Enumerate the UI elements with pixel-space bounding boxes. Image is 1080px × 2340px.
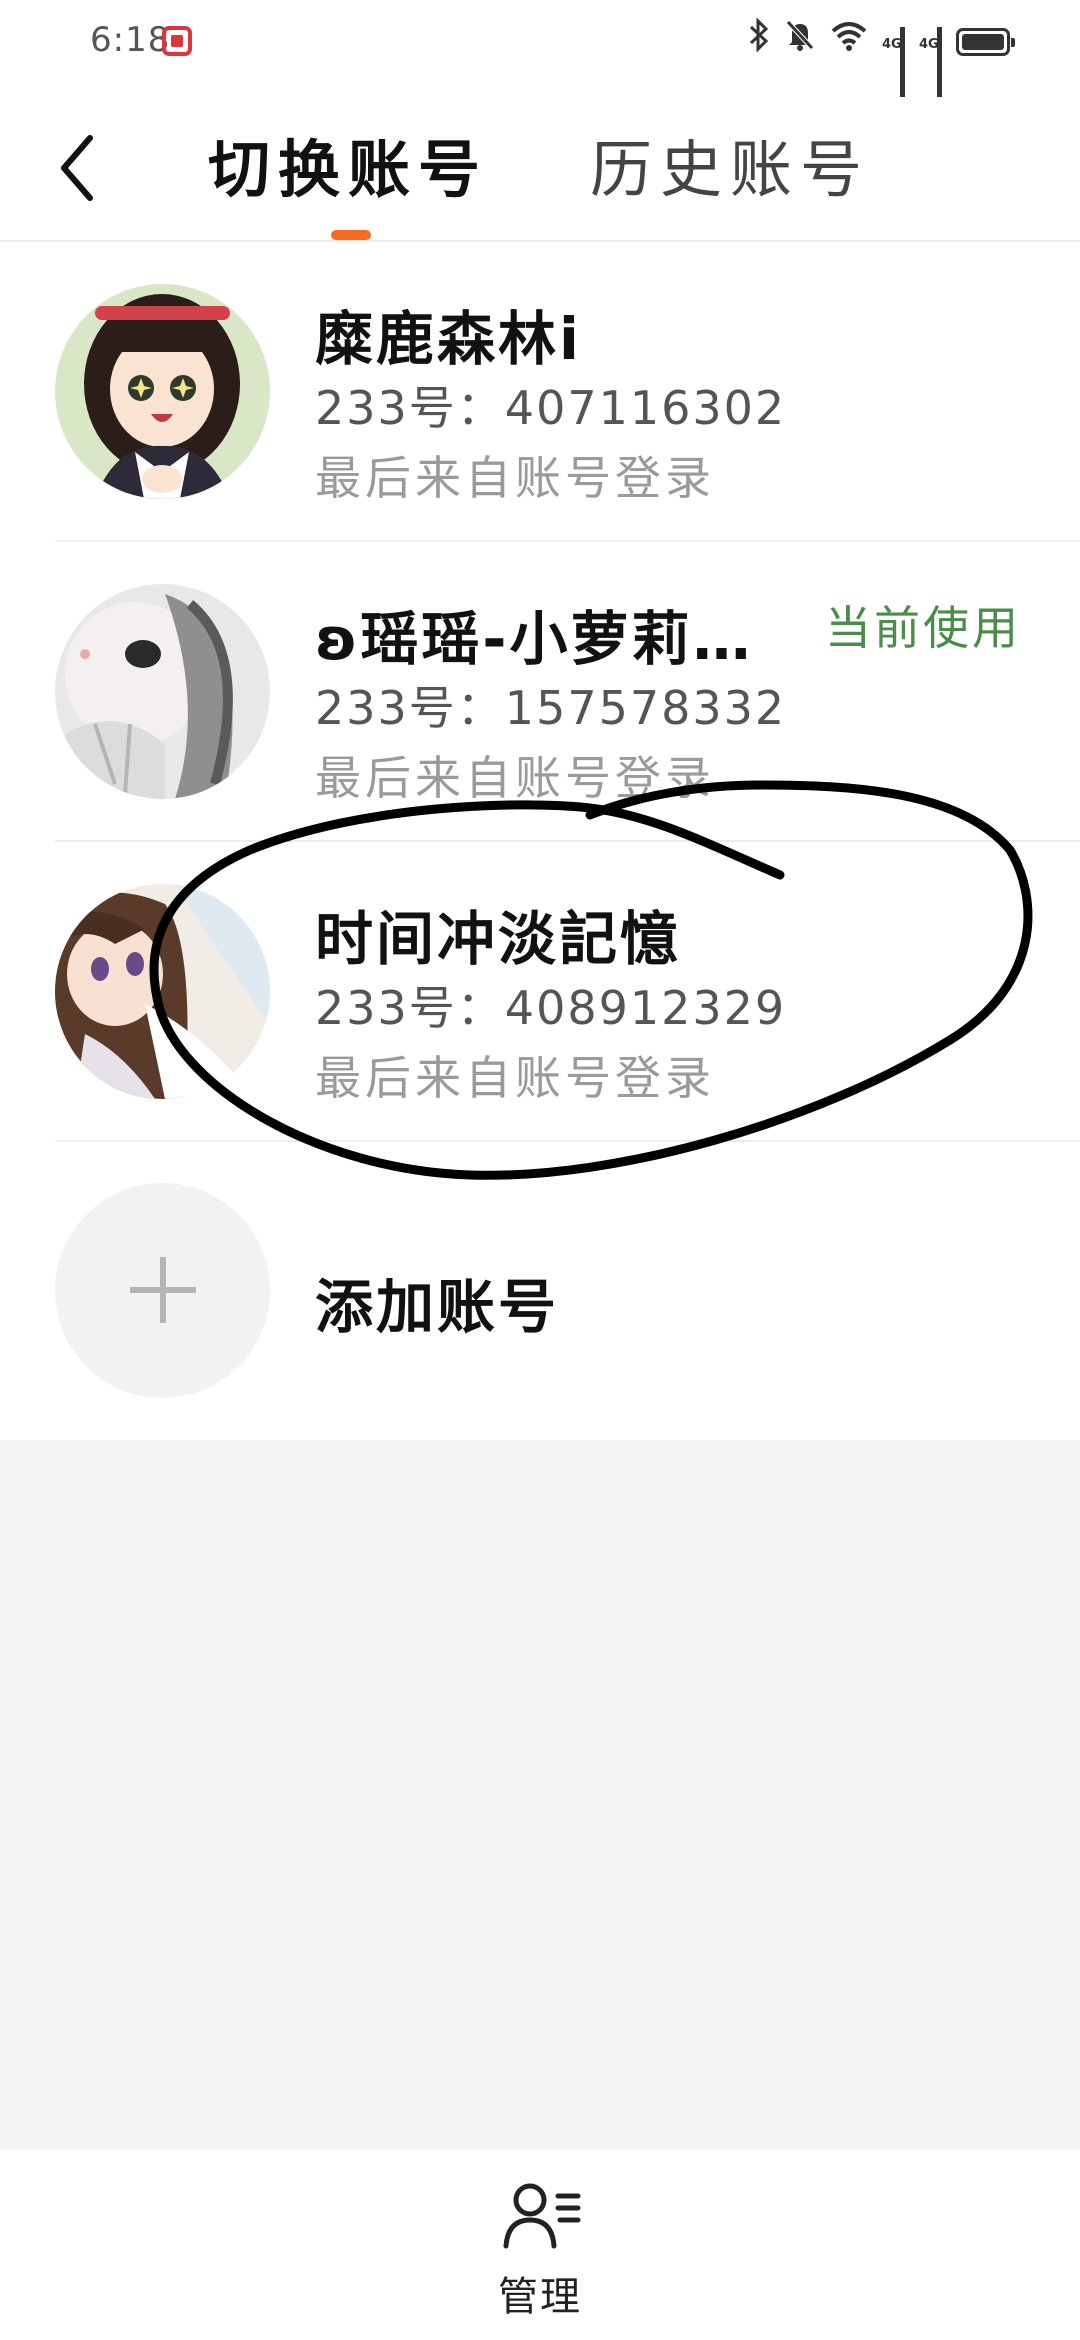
avatar <box>55 584 270 799</box>
signal-icon: 4G <box>919 26 942 97</box>
account-id: 233号：157578332 <box>315 681 787 735</box>
tab-switch-account[interactable]: 切换账号 <box>208 130 488 210</box>
mute-bell-icon <box>784 18 816 65</box>
avatar <box>55 884 270 1099</box>
chevron-left-icon <box>61 135 93 201</box>
back-button[interactable] <box>50 128 110 208</box>
account-name: 糜鹿森林i <box>315 305 582 373</box>
add-account-button[interactable] <box>55 1183 270 1398</box>
account-name: ʚ瑶瑶-小萝莉… <box>315 605 754 673</box>
status-bar: 6:18 4G 4G <box>0 0 1080 97</box>
plus-icon-vertical <box>160 1257 166 1323</box>
user-manage-icon <box>503 2183 581 2249</box>
current-account-badge: 当前使用 <box>825 601 1021 655</box>
account-id: 233号：408912329 <box>315 981 787 1035</box>
account-last-login: 最后来自账号登录 <box>315 1051 715 1105</box>
account-item[interactable]: 时间冲淡記憶 233号：408912329 最后来自账号登录 <box>0 842 1080 1142</box>
account-id: 233号：407116302 <box>315 381 787 435</box>
network-type-label: 4G <box>882 36 902 52</box>
divider <box>55 1140 1080 1142</box>
account-last-login: 最后来自账号登录 <box>315 451 715 505</box>
manage-button[interactable]: 管理 <box>480 2180 600 2330</box>
account-item[interactable]: ʚ瑶瑶-小萝莉… 当前使用 233号：157578332 最后来自账号登录 <box>0 542 1080 842</box>
wifi-icon <box>830 19 868 64</box>
bluetooth-icon <box>748 17 770 65</box>
status-time: 6:18 <box>90 20 171 60</box>
battery-icon <box>956 27 1015 56</box>
status-icons: 4G 4G <box>748 17 1015 97</box>
signal-icon: 4G <box>882 26 905 97</box>
header: 切换账号 历史账号 <box>0 110 1080 240</box>
active-tab-indicator <box>331 230 371 240</box>
manage-label: 管理 <box>498 2274 582 2320</box>
account-item[interactable]: 糜鹿森林i 233号：407116302 最后来自账号登录 <box>0 242 1080 542</box>
add-account-label[interactable]: 添加账号 <box>315 1260 559 1344</box>
avatar <box>55 284 270 499</box>
network-type-label: 4G <box>919 36 939 52</box>
account-last-login: 最后来自账号登录 <box>315 751 715 805</box>
bottom-bar: 管理 <box>0 2150 1080 2340</box>
account-name: 时间冲淡記憶 <box>315 905 682 973</box>
notification-app-icon <box>162 26 192 56</box>
tab-history-account[interactable]: 历史账号 <box>590 130 870 210</box>
